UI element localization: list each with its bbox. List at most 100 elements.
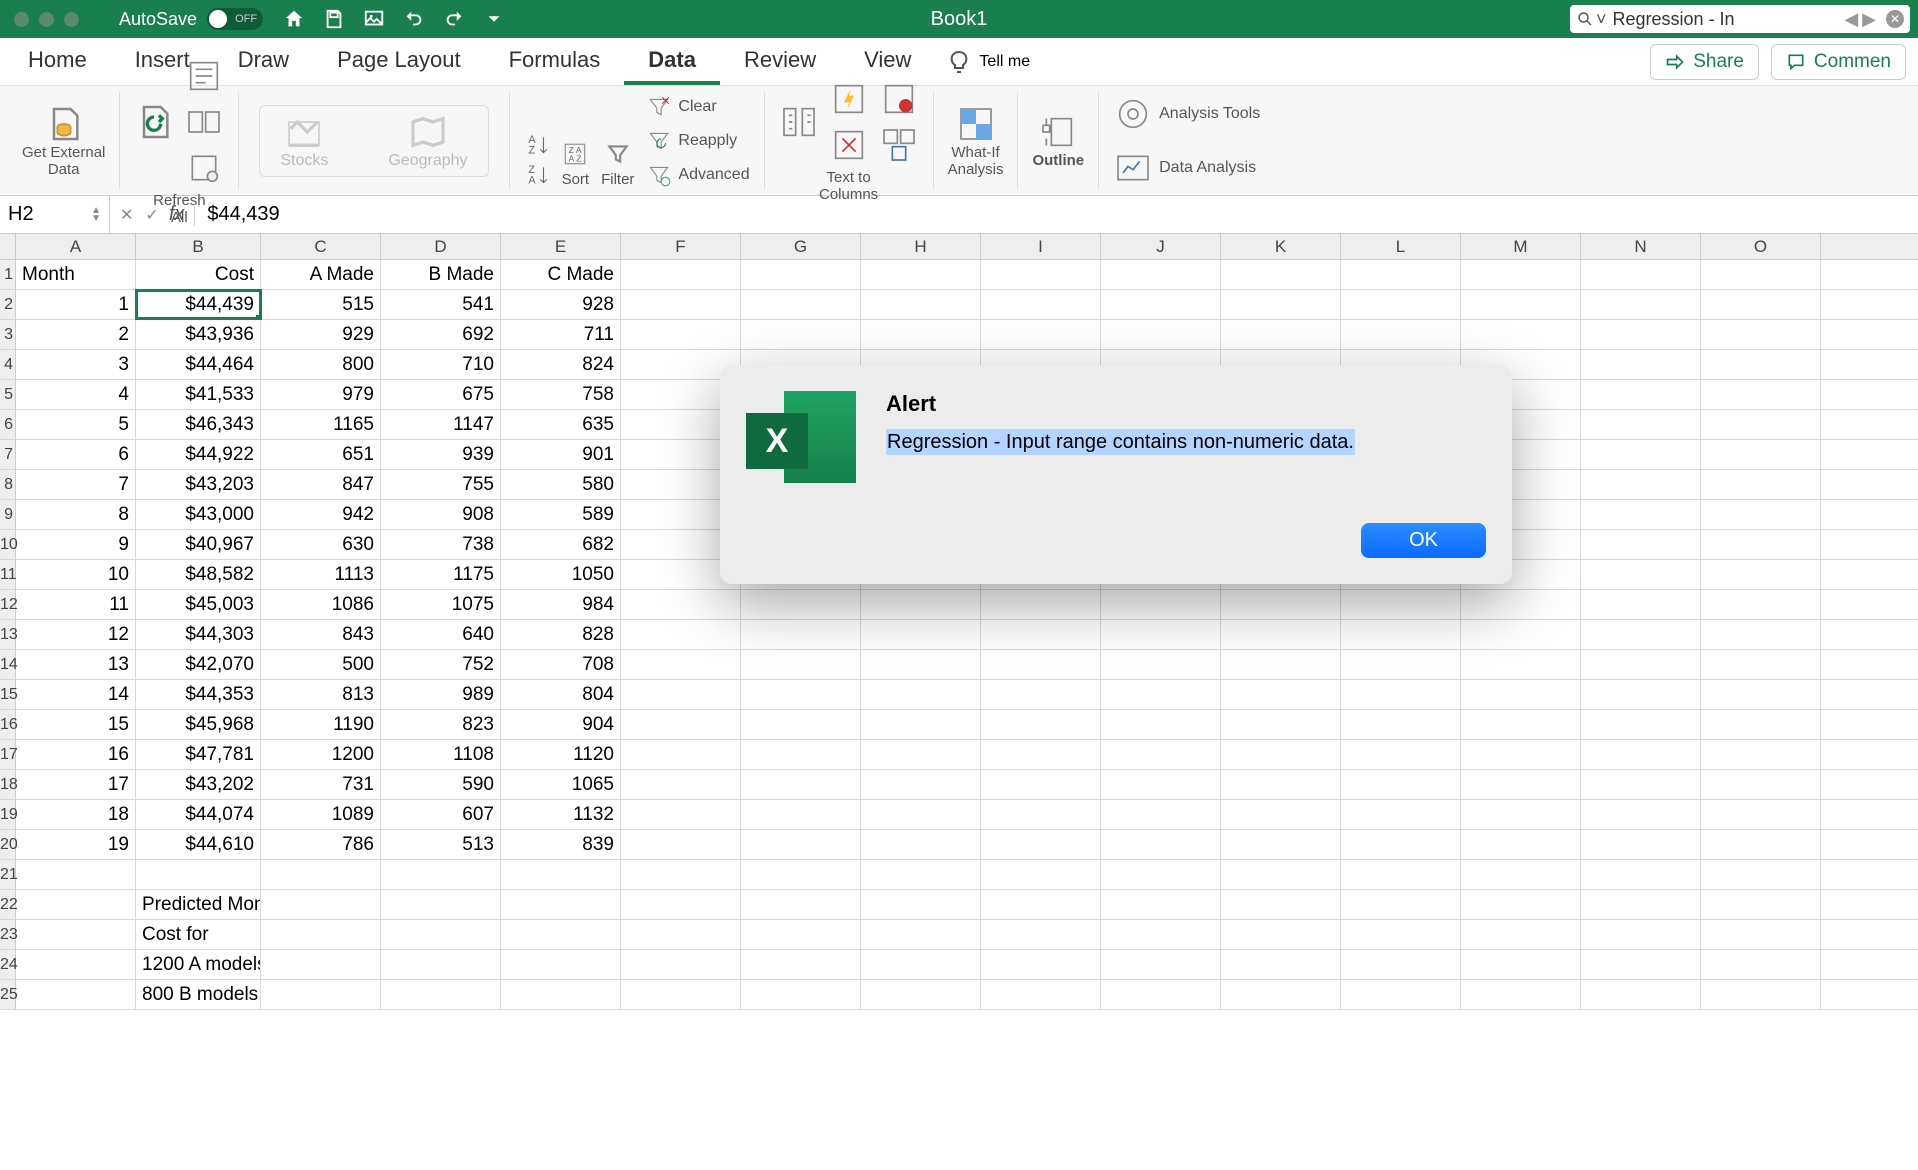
cell[interactable]: B Made — [381, 260, 501, 289]
cell[interactable]: 731 — [261, 770, 381, 799]
cell[interactable]: $43,203 — [136, 470, 261, 499]
cell[interactable] — [1101, 740, 1221, 769]
cell[interactable]: $44,074 — [136, 800, 261, 829]
cell[interactable] — [261, 980, 381, 1009]
cell[interactable] — [1221, 320, 1341, 349]
cell[interactable]: 15 — [16, 710, 136, 739]
cell[interactable] — [1101, 650, 1221, 679]
cell[interactable] — [981, 980, 1101, 1009]
cell[interactable] — [1581, 320, 1701, 349]
sort-icon[interactable]: Z AA Z — [562, 141, 588, 167]
cell[interactable] — [1101, 950, 1221, 979]
cell[interactable]: 800 B models — [136, 980, 261, 1009]
cell[interactable]: 11 — [16, 590, 136, 619]
col-header-K[interactable]: K — [1221, 234, 1341, 259]
cell[interactable]: 710 — [381, 350, 501, 379]
cell[interactable] — [501, 950, 621, 979]
cell[interactable] — [621, 710, 741, 739]
row-header[interactable]: 20 — [0, 830, 16, 859]
row-header[interactable]: 19 — [0, 800, 16, 829]
cell[interactable] — [741, 710, 861, 739]
cell[interactable] — [1221, 740, 1341, 769]
cell[interactable] — [1581, 410, 1701, 439]
cell[interactable]: 708 — [501, 650, 621, 679]
autosave-toggle[interactable]: AutoSave OFF — [119, 8, 263, 30]
cell[interactable]: 824 — [501, 350, 621, 379]
cell[interactable] — [861, 320, 981, 349]
cell[interactable] — [16, 890, 136, 919]
row-header[interactable]: 3 — [0, 320, 16, 349]
cell[interactable]: 979 — [261, 380, 381, 409]
cell[interactable] — [1461, 620, 1581, 649]
cell[interactable]: 515 — [261, 290, 381, 319]
cell[interactable] — [981, 320, 1101, 349]
cell[interactable]: $44,353 — [136, 680, 261, 709]
cell[interactable]: 2 — [16, 320, 136, 349]
cell[interactable] — [1581, 620, 1701, 649]
cell[interactable] — [1701, 500, 1821, 529]
cell[interactable] — [381, 980, 501, 1009]
cell[interactable] — [741, 980, 861, 1009]
cell[interactable] — [1221, 920, 1341, 949]
row-header[interactable]: 7 — [0, 440, 16, 469]
cell[interactable] — [1581, 740, 1701, 769]
cell[interactable] — [1581, 500, 1701, 529]
tab-page-layout[interactable]: Page Layout — [313, 39, 485, 85]
cell[interactable]: $48,582 — [136, 560, 261, 589]
cell[interactable] — [1461, 740, 1581, 769]
cell[interactable] — [1461, 320, 1581, 349]
cell[interactable] — [1101, 710, 1221, 739]
geography-button[interactable]: Geography — [388, 112, 467, 170]
cell[interactable] — [1581, 950, 1701, 979]
cell[interactable]: 635 — [501, 410, 621, 439]
sort-desc-icon[interactable]: ZA — [524, 162, 550, 188]
undo-icon[interactable] — [403, 8, 425, 30]
cell[interactable] — [1701, 890, 1821, 919]
cell[interactable] — [1461, 590, 1581, 619]
tab-draw[interactable]: Draw — [214, 39, 313, 85]
row-header[interactable]: 8 — [0, 470, 16, 499]
cell[interactable] — [1701, 950, 1821, 979]
cell[interactable] — [1341, 260, 1461, 289]
cell[interactable] — [1701, 740, 1821, 769]
cell[interactable] — [1461, 860, 1581, 889]
cell[interactable] — [1221, 980, 1341, 1009]
cell[interactable] — [861, 920, 981, 949]
home-icon[interactable] — [283, 8, 305, 30]
cell[interactable] — [1701, 830, 1821, 859]
cell[interactable] — [861, 260, 981, 289]
cell[interactable] — [1341, 920, 1461, 949]
cell[interactable] — [1341, 650, 1461, 679]
cell[interactable] — [1461, 290, 1581, 319]
col-header-A[interactable]: A — [16, 234, 136, 259]
cell[interactable] — [1701, 260, 1821, 289]
cell[interactable] — [1461, 260, 1581, 289]
cell[interactable]: 738 — [381, 530, 501, 559]
cell[interactable] — [1221, 680, 1341, 709]
cell[interactable]: 758 — [501, 380, 621, 409]
validation-icon[interactable] — [879, 79, 919, 119]
cell[interactable] — [381, 950, 501, 979]
cell[interactable] — [1461, 890, 1581, 919]
col-header-H[interactable]: H — [861, 234, 981, 259]
cell[interactable] — [1341, 800, 1461, 829]
stocks-button[interactable]: Stocks — [280, 112, 328, 170]
cell[interactable]: 1108 — [381, 740, 501, 769]
text-to-columns[interactable]: Text to Columns — [765, 92, 934, 189]
cell[interactable]: Cost for — [136, 920, 261, 949]
cell[interactable] — [1101, 590, 1221, 619]
cell[interactable]: $43,000 — [136, 500, 261, 529]
cell[interactable] — [621, 590, 741, 619]
cell[interactable]: A Made — [261, 260, 381, 289]
search-next-icon[interactable]: ▶ — [1862, 9, 1876, 30]
share-button[interactable]: Share — [1650, 44, 1759, 80]
cell[interactable]: Month — [16, 260, 136, 289]
cell[interactable] — [1221, 260, 1341, 289]
cell[interactable] — [741, 950, 861, 979]
cell[interactable] — [1581, 650, 1701, 679]
cell[interactable]: 901 — [501, 440, 621, 469]
cell[interactable] — [1701, 860, 1821, 889]
connections-icon[interactable] — [184, 102, 224, 142]
cell[interactable]: 800 — [261, 350, 381, 379]
cell[interactable]: 847 — [261, 470, 381, 499]
